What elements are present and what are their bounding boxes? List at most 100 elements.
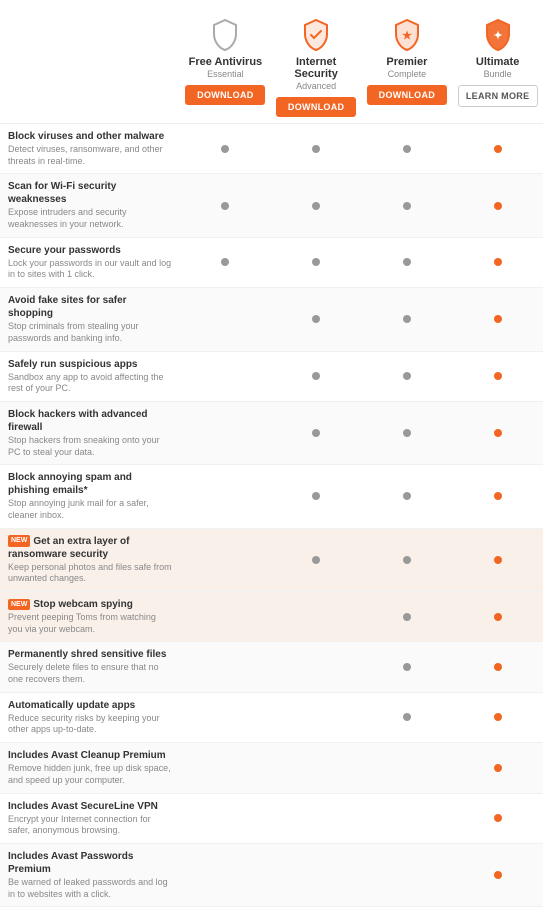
shield-icon-free: [210, 18, 240, 52]
feature-dot-gray: [312, 202, 320, 210]
feature-title: Scan for Wi-Fi security weaknesses: [8, 180, 172, 206]
feature-cell-2: [362, 592, 453, 641]
feature-desc: Detect viruses, ransomware, and other th…: [8, 144, 172, 167]
plan-name-internet: Internet Security: [275, 56, 358, 80]
shield-icon-premier: ★: [392, 18, 422, 52]
feature-info-7: NEWGet an extra layer of ransomware secu…: [0, 529, 180, 591]
feature-dot-gray: [403, 492, 411, 500]
feature-title: Includes Avast Cleanup Premium: [8, 749, 172, 762]
feature-dot-gray: [312, 556, 320, 564]
feature-cell-1: [271, 352, 362, 401]
feature-dot-gray: [312, 372, 320, 380]
plan-name-free: Free Antivirus: [189, 56, 263, 68]
feature-dot-gray: [221, 258, 229, 266]
feature-dot-gray: [403, 556, 411, 564]
feature-dot-gray: [403, 713, 411, 721]
feature-info-2: Secure your passwordsLock your passwords…: [0, 238, 180, 287]
feature-dot-gray: [312, 145, 320, 153]
feature-cell-0: [180, 693, 271, 742]
feature-cell-1: [271, 743, 362, 792]
feature-cell-3: [452, 844, 543, 906]
feature-info-13: Includes Avast Passwords PremiumBe warne…: [0, 844, 180, 906]
plan-subtitle-premier: Complete: [388, 69, 427, 79]
feature-cell-0: [180, 642, 271, 691]
feature-row: NEWGet an extra layer of ransomware secu…: [0, 529, 543, 592]
feature-row: Block hackers with advanced firewallStop…: [0, 402, 543, 465]
feature-dot-orange: [494, 258, 502, 266]
feature-desc: Sandbox any app to avoid affecting the r…: [8, 372, 172, 395]
feature-desc: Reduce security risks by keeping your ot…: [8, 713, 172, 736]
feature-row: Secure your passwordsLock your passwords…: [0, 238, 543, 288]
feature-title: Avoid fake sites for safer shopping: [8, 294, 172, 320]
feature-cell-3: [452, 352, 543, 401]
feature-cell-3: [452, 465, 543, 527]
plan-header-internet: Internet Security Advanced DOWNLOAD: [271, 10, 362, 123]
plan-name-ultimate: Ultimate: [476, 56, 519, 68]
feature-cell-1: [271, 642, 362, 691]
feature-cell-0: [180, 288, 271, 350]
feature-info-10: Automatically update appsReduce security…: [0, 693, 180, 742]
feature-desc: Prevent peeping Toms from watching you v…: [8, 612, 172, 635]
feature-cell-3: [452, 794, 543, 843]
download-button-internet[interactable]: DOWNLOAD: [276, 97, 356, 117]
feature-cell-2: [362, 174, 453, 236]
plan-subtitle-free: Essential: [207, 69, 244, 79]
feature-info-6: Block annoying spam and phishing emails*…: [0, 465, 180, 527]
feature-cell-1: [271, 174, 362, 236]
feature-dot-gray: [403, 429, 411, 437]
feature-cell-3: [452, 402, 543, 464]
feature-desc: Keep personal photos and files safe from…: [8, 562, 172, 585]
feature-cell-1: [271, 238, 362, 287]
feature-cell-1: [271, 288, 362, 350]
feature-row: NEWStop webcam spyingPrevent peeping Tom…: [0, 592, 543, 642]
feature-info-11: Includes Avast Cleanup PremiumRemove hid…: [0, 743, 180, 792]
feature-cell-3: [452, 529, 543, 591]
feature-desc: Stop criminals from stealing your passwo…: [8, 321, 172, 344]
feature-dot-gray: [403, 258, 411, 266]
feature-cell-2: [362, 529, 453, 591]
feature-cell-0: [180, 238, 271, 287]
feature-info-8: NEWStop webcam spyingPrevent peeping Tom…: [0, 592, 180, 641]
feature-cell-1: [271, 402, 362, 464]
feature-dot-orange: [494, 429, 502, 437]
feature-desc: Expose intruders and security weaknesses…: [8, 207, 172, 230]
svg-text:✦: ✦: [493, 30, 502, 42]
feature-cell-0: [180, 465, 271, 527]
feature-dot-orange: [494, 556, 502, 564]
feature-dot-orange: [494, 871, 502, 879]
feature-title: Block viruses and other malware: [8, 130, 172, 143]
feature-cell-1: [271, 693, 362, 742]
feature-dot-gray: [403, 315, 411, 323]
feature-row: Includes Avast Cleanup PremiumRemove hid…: [0, 743, 543, 793]
feature-dot-gray: [403, 145, 411, 153]
feature-dot-gray: [312, 315, 320, 323]
feature-info-3: Avoid fake sites for safer shoppingStop …: [0, 288, 180, 350]
feature-dot-orange: [494, 613, 502, 621]
feature-title: NEWGet an extra layer of ransomware secu…: [8, 535, 172, 561]
plan-name-premier: Premier: [386, 56, 427, 68]
feature-dot-orange: [494, 713, 502, 721]
feature-row: Safely run suspicious appsSandbox any ap…: [0, 352, 543, 402]
feature-title: Block hackers with advanced firewall: [8, 408, 172, 434]
feature-title: Automatically update apps: [8, 699, 172, 712]
feature-dot-orange: [494, 372, 502, 380]
download-button-premier[interactable]: DOWNLOAD: [367, 85, 447, 105]
feature-dot-orange: [494, 663, 502, 671]
feature-cell-0: [180, 174, 271, 236]
svg-text:★: ★: [402, 30, 412, 42]
feature-desc: Stop hackers from sneaking onto your PC …: [8, 435, 172, 458]
feature-dot-orange: [494, 492, 502, 500]
feature-row: Block annoying spam and phishing emails*…: [0, 465, 543, 528]
shield-icon-internet: [301, 18, 331, 52]
download-button-free[interactable]: DOWNLOAD: [185, 85, 265, 105]
learn-more-button-ultimate[interactable]: LEARN MORE: [458, 85, 538, 107]
feature-title: Safely run suspicious apps: [8, 358, 172, 371]
feature-dot-orange: [494, 315, 502, 323]
feature-row: Block viruses and other malwareDetect vi…: [0, 124, 543, 174]
feature-row: Automatically update appsReduce security…: [0, 693, 543, 743]
shield-icon-ultimate: ✦: [483, 18, 513, 52]
feature-row: Scan for Wi-Fi security weaknessesExpose…: [0, 174, 543, 237]
feature-cell-1: [271, 529, 362, 591]
feature-info-5: Block hackers with advanced firewallStop…: [0, 402, 180, 464]
feature-cell-1: [271, 465, 362, 527]
